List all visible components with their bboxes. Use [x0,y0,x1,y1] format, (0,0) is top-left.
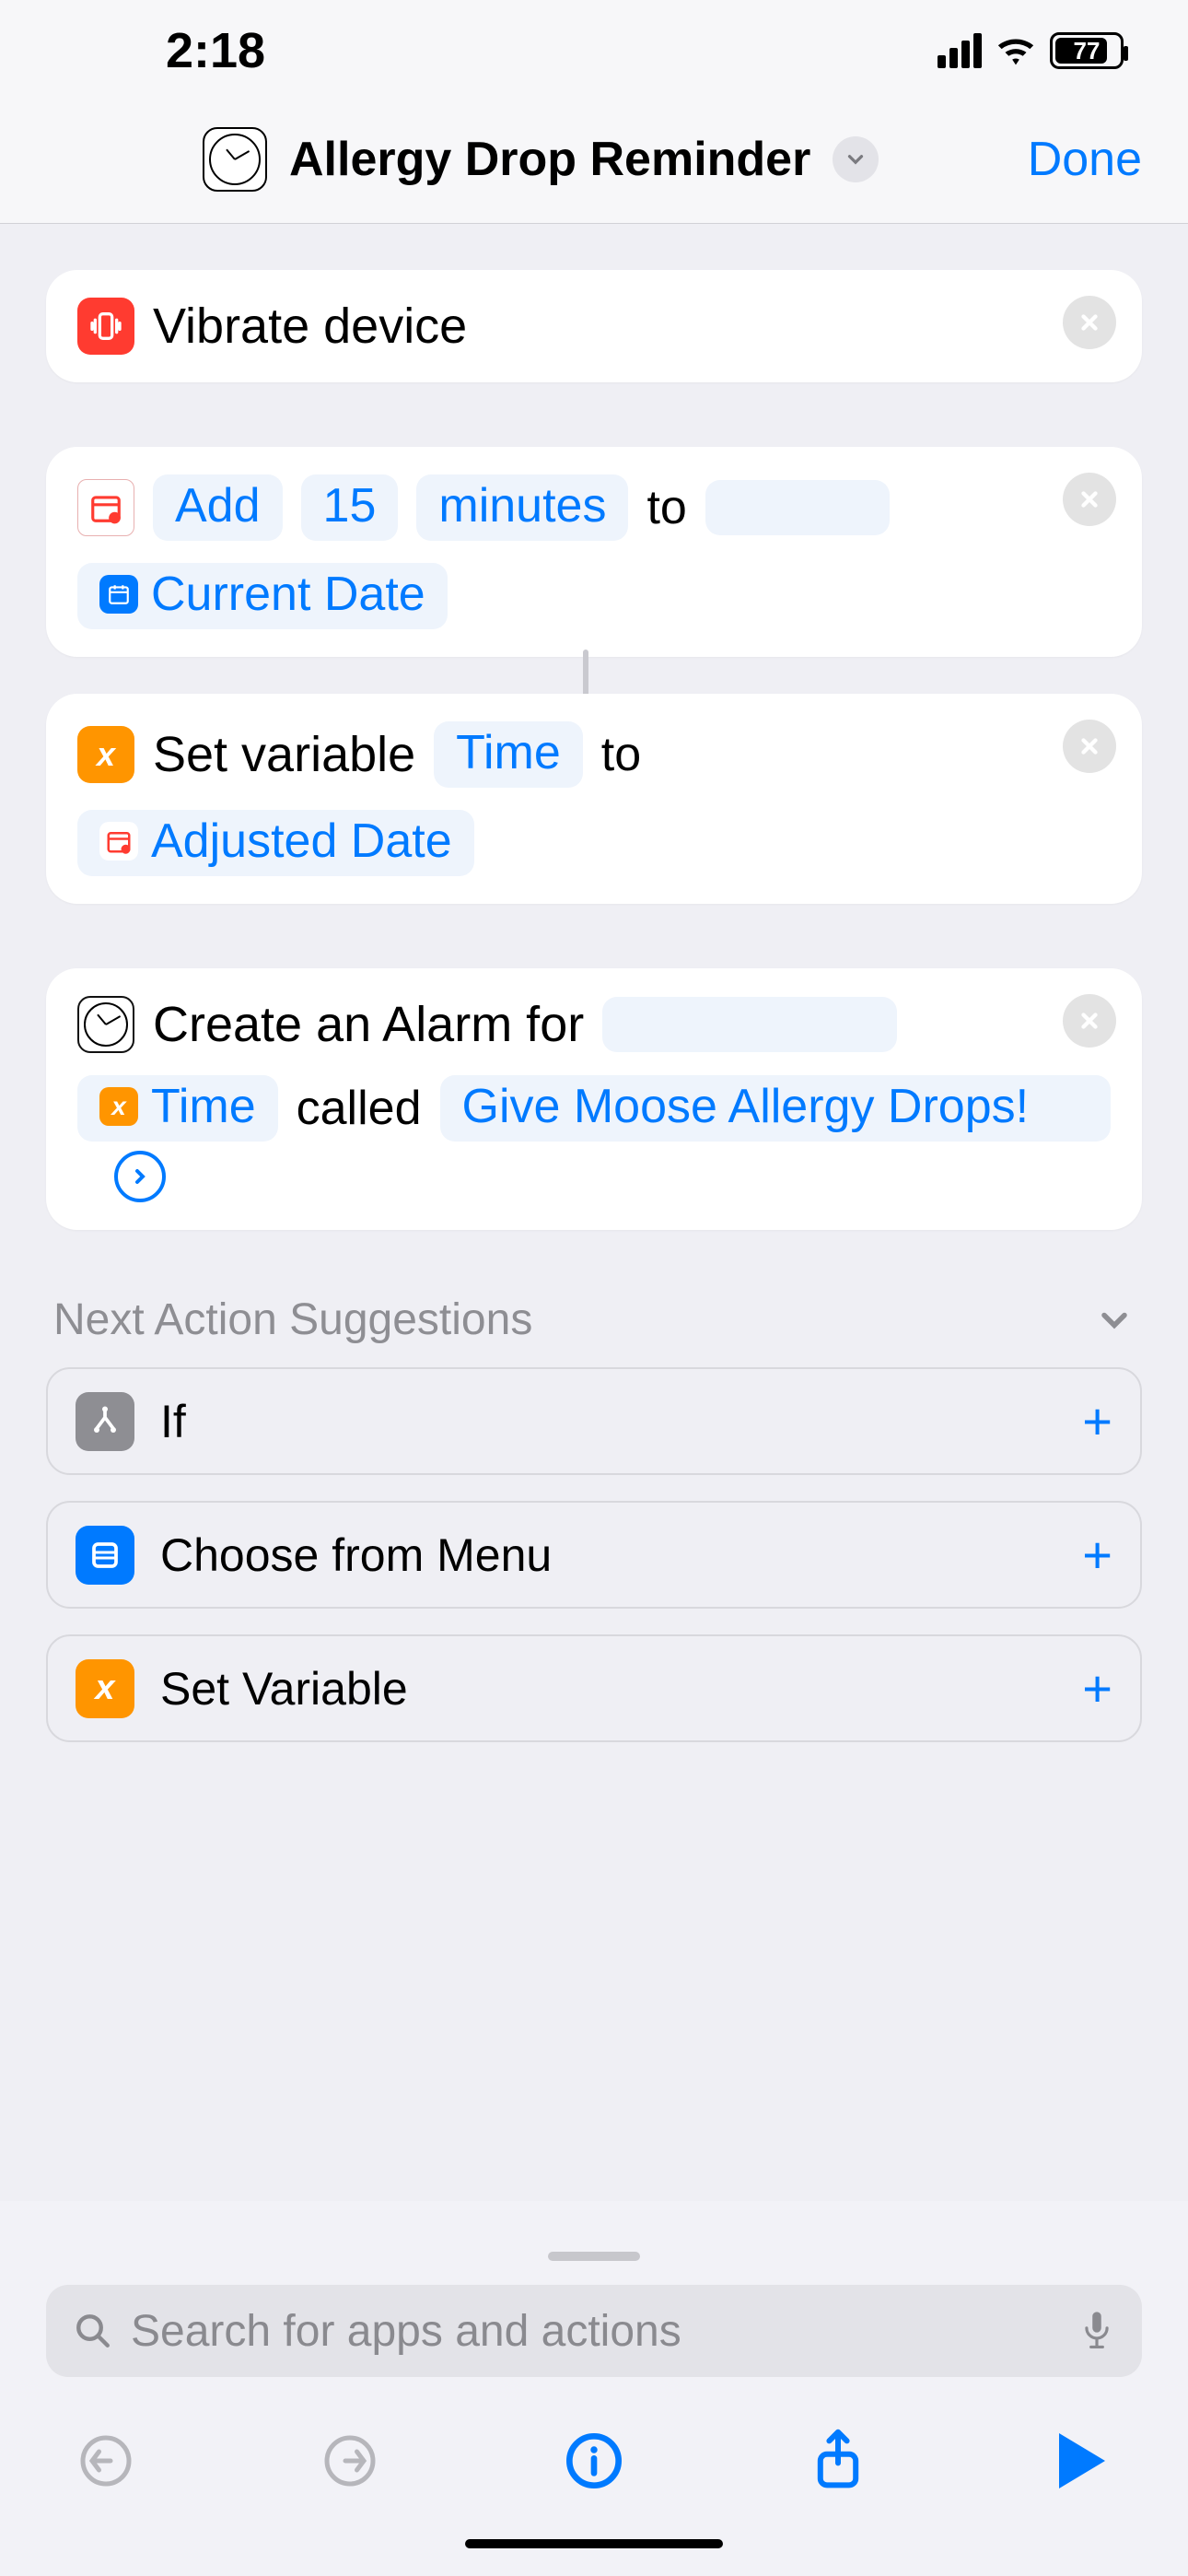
close-icon [1077,310,1101,334]
date-input-token[interactable] [705,480,890,535]
to-label: to [601,727,641,782]
action-vibrate-device[interactable]: Vibrate device [46,270,1142,382]
search-bar[interactable] [46,2285,1142,2377]
clock-app-icon [203,127,267,192]
status-indicators: 77 [938,32,1124,69]
add-icon[interactable]: + [1082,1658,1112,1718]
calendar-adjust-icon [77,479,134,536]
action-label: Set variable [153,726,415,783]
time-variable[interactable]: x Time [77,1075,278,1142]
play-icon [1059,2433,1105,2488]
undo-button[interactable] [74,2429,138,2493]
add-icon[interactable]: + [1082,1391,1112,1451]
redo-button[interactable] [318,2429,382,2493]
unit-token[interactable]: minutes [416,474,628,541]
action-library-sheet[interactable] [0,2233,1188,2576]
search-icon [74,2312,112,2350]
suggestion-label: Choose from Menu [160,1528,1056,1582]
chevron-down-icon [844,147,868,171]
remove-action-button[interactable] [1063,473,1116,526]
home-indicator[interactable] [465,2539,723,2548]
share-button[interactable] [806,2429,870,2493]
suggestions-heading: Next Action Suggestions [53,1294,532,1345]
clock-icon [77,996,134,1053]
wifi-icon [995,34,1037,67]
suggestions-section: Next Action Suggestions If + Choose from… [46,1294,1142,1742]
title-menu-button[interactable] [833,136,879,182]
cellular-icon [938,33,982,68]
suggestion-label: Set Variable [160,1662,1056,1715]
drag-handle[interactable] [548,2252,640,2261]
time-input-token[interactable] [602,997,897,1052]
alarm-name-token[interactable]: Give Moose Allergy Drops! [440,1075,1112,1142]
close-icon [1077,1009,1101,1033]
calendar-icon [107,582,131,606]
run-button[interactable] [1050,2429,1114,2493]
menu-icon [76,1526,134,1585]
vibrate-icon [77,298,134,355]
info-button[interactable] [562,2429,626,2493]
done-button[interactable]: Done [1028,132,1142,187]
action-adjust-date[interactable]: Add 15 minutes to Current Date [46,447,1142,657]
microphone-icon[interactable] [1079,2309,1114,2353]
variable-name-token[interactable]: Time [434,721,583,788]
action-label: Create an Alarm for [153,996,584,1053]
variable-icon: x [77,726,134,783]
to-label: to [646,480,686,535]
shortcut-title[interactable]: Allergy Drop Reminder [289,132,810,187]
chevron-right-icon [129,1165,151,1188]
variable-icon: x [76,1659,134,1718]
remove-action-button[interactable] [1063,994,1116,1048]
close-icon [1077,734,1101,758]
suggestion-set-variable[interactable]: x Set Variable + [46,1634,1142,1742]
search-input[interactable] [131,2306,1061,2357]
remove-action-button[interactable] [1063,720,1116,773]
action-label: Vibrate device [153,298,467,355]
action-set-variable[interactable]: x Set variable Time to Adjusted Date [46,694,1142,904]
suggestion-if[interactable]: If + [46,1367,1142,1475]
editor-toolbar [46,2377,1142,2502]
calendar-adjust-icon [105,827,133,855]
remove-action-button[interactable] [1063,296,1116,349]
status-bar: 2:18 77 [0,0,1188,101]
connector-line [46,657,1142,694]
action-create-alarm[interactable]: Create an Alarm for x Time called Give M… [46,968,1142,1230]
adjusted-date-variable[interactable]: Adjusted Date [77,810,474,876]
actions-canvas: Vibrate device Add 15 minutes to Current… [0,224,1188,2201]
called-label: called [297,1081,422,1136]
branch-icon [76,1392,134,1451]
chevron-down-icon[interactable] [1094,1300,1135,1341]
add-icon[interactable]: + [1082,1525,1112,1585]
show-more-button[interactable] [114,1151,166,1202]
suggestion-choose-from-menu[interactable]: Choose from Menu + [46,1501,1142,1609]
close-icon [1077,487,1101,511]
amount-token[interactable]: 15 [301,474,399,541]
current-date-variable[interactable]: Current Date [77,563,448,629]
status-time: 2:18 [166,22,265,79]
header: Allergy Drop Reminder Done [0,101,1188,224]
suggestion-label: If [160,1395,1056,1448]
battery-icon: 77 [1050,32,1124,69]
operation-token[interactable]: Add [153,474,283,541]
